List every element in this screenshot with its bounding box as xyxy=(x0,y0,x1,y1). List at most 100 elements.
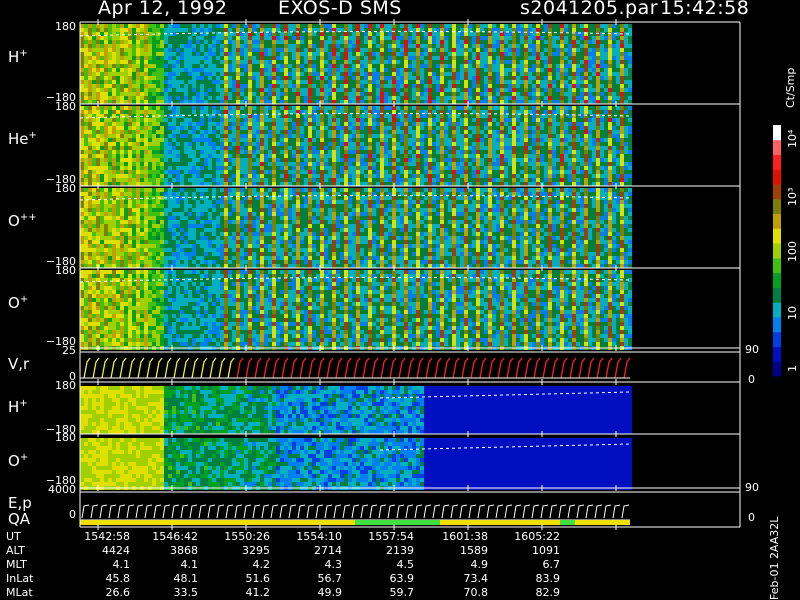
orbit-cell: 1542:58 xyxy=(84,530,130,543)
colorbar-segment xyxy=(773,198,781,215)
orbit-cell: 1605:22 xyxy=(514,530,560,543)
ep-mark xyxy=(162,504,171,519)
orbit-cell: 2139 xyxy=(386,544,414,557)
colorbar-segment xyxy=(773,243,781,259)
orbit-cell: 82.9 xyxy=(535,586,561,599)
orbit-cell: 83.9 xyxy=(535,572,561,585)
orbit-cell: 70.8 xyxy=(463,586,489,599)
ep-mark xyxy=(243,504,252,519)
ep-mark xyxy=(567,504,576,519)
ep-mark xyxy=(468,504,477,519)
ep-mark xyxy=(234,504,243,519)
orbit-cell: 1557:54 xyxy=(368,530,414,543)
ep-mark xyxy=(90,504,99,519)
orbit-cell: 1589 xyxy=(460,544,488,557)
ep-mark xyxy=(99,504,108,519)
tick-h2-top: 180 xyxy=(55,379,76,392)
ep-mark xyxy=(594,504,603,519)
panel-label-o: O+ xyxy=(8,294,29,312)
ep-mark xyxy=(531,504,540,519)
spectrogram-panel-1 xyxy=(80,106,632,186)
ep-mark xyxy=(288,504,297,519)
orbit-cell: 3295 xyxy=(242,544,270,557)
footer-stamp: Feb-01 2AA32L xyxy=(768,516,781,600)
ep-mark xyxy=(207,504,216,519)
orbit-cell: 6.7 xyxy=(542,558,561,571)
ep-mark xyxy=(153,504,162,519)
ep-mark xyxy=(297,504,306,519)
panel-label-qa: QA xyxy=(8,510,31,528)
colorbar-segment xyxy=(773,316,781,333)
ep-mark xyxy=(342,504,351,519)
ep-mark xyxy=(126,504,135,519)
orbit-row-label: InLat xyxy=(6,572,34,585)
panel-label-vr: V,r xyxy=(8,355,30,373)
colorbar-tick-100: 100 xyxy=(786,241,799,262)
colorbar-segment xyxy=(773,213,781,229)
spectrogram-panel-3 xyxy=(80,270,632,350)
ep-mark xyxy=(369,504,378,519)
orbit-cell: 59.7 xyxy=(389,586,415,599)
ep-mark xyxy=(504,504,513,519)
orbit-cell: 4.1 xyxy=(112,558,131,571)
ep-mark xyxy=(225,504,234,519)
orbit-cell: 63.9 xyxy=(389,572,415,585)
h-panel-lower xyxy=(80,386,632,434)
colorbar-segment xyxy=(773,184,781,200)
colorbar-segment xyxy=(773,287,781,303)
ep-mark xyxy=(405,504,414,519)
orbit-cell: 4424 xyxy=(102,544,130,557)
rtick-vr-bottom: 0 xyxy=(748,373,755,386)
ep-mark xyxy=(603,504,612,519)
orbit-cell: 1554:10 xyxy=(296,530,342,543)
orbit-row-label: ALT xyxy=(6,544,25,557)
orbit-cell: 41.2 xyxy=(245,586,271,599)
orbit-cell: 4.1 xyxy=(180,558,199,571)
ep-mark xyxy=(270,504,279,519)
orbit-cell: 1550:26 xyxy=(224,530,270,543)
ep-mark xyxy=(387,504,396,519)
ep-mark xyxy=(585,504,594,519)
ep-mark xyxy=(81,504,90,519)
colorbar-segment xyxy=(773,302,781,318)
spectrogram-chart xyxy=(79,19,781,530)
orbit-cell: 1601:38 xyxy=(442,530,488,543)
orbit-cell: 33.5 xyxy=(173,586,199,599)
orbit-cell: 1091 xyxy=(532,544,560,557)
tick-o3-top: 180 xyxy=(55,431,76,444)
colorbar-tick-10: 10 xyxy=(786,306,799,320)
ep-mark xyxy=(558,504,567,519)
ep-mark xyxy=(108,504,117,519)
ep-mark xyxy=(414,504,423,519)
ep-mark xyxy=(216,504,225,519)
ep-mark xyxy=(540,504,549,519)
ep-mark xyxy=(252,504,261,519)
ep-mark xyxy=(549,504,558,519)
ep-mark xyxy=(351,504,360,519)
orbit-cell: 4.3 xyxy=(324,558,343,571)
tick-h-top: 180 xyxy=(55,20,76,33)
tick-he-top: 180 xyxy=(55,100,76,113)
panel-label-h2: H+ xyxy=(8,398,28,416)
ep-mark xyxy=(279,504,288,519)
colorbar-segment xyxy=(773,331,781,347)
spectrogram-panel-0 xyxy=(80,24,632,104)
ep-mark xyxy=(189,504,198,519)
orbit-cell: 49.9 xyxy=(317,586,343,599)
panel-label-he: He+ xyxy=(8,130,37,148)
rtick-ep-top: 90 xyxy=(745,481,759,494)
rtick-ep-bottom: 0 xyxy=(748,511,755,524)
ep-mark xyxy=(324,504,333,519)
ep-mark xyxy=(477,504,486,519)
ep-mark xyxy=(432,504,441,519)
orbit-cell: 51.6 xyxy=(245,572,271,585)
qa-segment xyxy=(80,520,355,525)
panel-label-o3: O+ xyxy=(8,452,29,470)
ep-mark xyxy=(459,504,468,519)
colorbar-segment xyxy=(773,139,781,156)
colorbar-segment xyxy=(773,346,781,362)
orbit-cell: 2714 xyxy=(314,544,342,557)
ep-mark xyxy=(513,504,522,519)
ep-mark xyxy=(396,504,405,519)
ep-mark xyxy=(360,504,369,519)
